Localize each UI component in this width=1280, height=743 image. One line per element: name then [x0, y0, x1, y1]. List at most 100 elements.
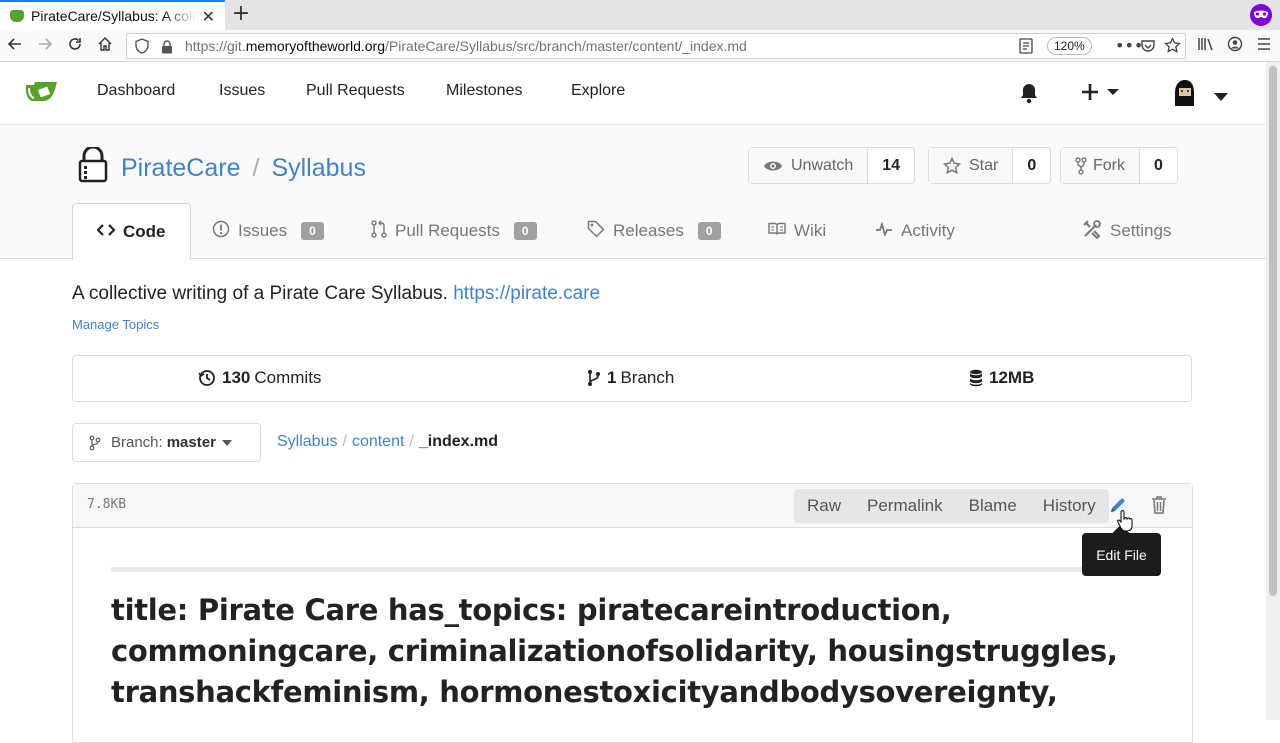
- star-label: Star: [969, 156, 999, 174]
- close-tab-icon[interactable]: ✕: [202, 7, 215, 26]
- delete-trash-icon[interactable]: [1151, 496, 1167, 518]
- home-icon[interactable]: [95, 36, 115, 56]
- private-browsing-mask-icon[interactable]: [1250, 4, 1272, 26]
- back-arrow-icon[interactable]: [5, 36, 25, 56]
- breadcrumb-root-link[interactable]: Syllabus: [277, 433, 337, 451]
- lock-icon[interactable]: [161, 39, 173, 58]
- gitea-logo-icon[interactable]: [25, 80, 59, 110]
- tab-title: PirateCare/Syllabus: A collective writin…: [31, 8, 196, 24]
- edit-file-tooltip: Edit File: [1082, 533, 1161, 576]
- forks-count[interactable]: 0: [1140, 148, 1177, 183]
- repo-owner-link[interactable]: PirateCare: [121, 154, 241, 183]
- stars-count[interactable]: 0: [1013, 148, 1050, 183]
- reload-icon[interactable]: [65, 36, 85, 56]
- zoom-level-indicator[interactable]: 120%: [1047, 37, 1092, 55]
- account-icon[interactable]: [1225, 36, 1245, 56]
- nav-milestones[interactable]: Milestones: [446, 82, 522, 100]
- file-view: 7.8KB Raw Permalink Blame History title:…: [72, 483, 1193, 743]
- file-actions: Raw Permalink Blame History: [794, 489, 1109, 523]
- breadcrumb: Syllabus / content / _index.md: [277, 433, 498, 451]
- browser-tab[interactable]: PirateCare/Syllabus: A collective writin…: [0, 0, 225, 30]
- repo-title-separator: /: [252, 154, 260, 182]
- pulls-count-badge: 0: [513, 222, 537, 240]
- bell-icon[interactable]: [1019, 82, 1039, 108]
- library-icon[interactable]: [1196, 36, 1216, 56]
- branches-stat[interactable]: 1 Branch: [587, 368, 674, 388]
- code-icon: [96, 222, 116, 242]
- user-menu-chevron-down-icon[interactable]: [1213, 87, 1229, 106]
- book-icon: [768, 221, 786, 241]
- manage-topics-link[interactable]: Manage Topics: [72, 317, 159, 332]
- reader-view-icon[interactable]: [1019, 38, 1033, 58]
- file-header: 7.8KB Raw Permalink Blame History: [73, 484, 1192, 528]
- scrollbar-thumb[interactable]: [1269, 66, 1277, 596]
- tooltip-text: Edit File: [1096, 546, 1147, 563]
- user-avatar[interactable]: [1169, 76, 1199, 110]
- commits-label: Commits: [254, 368, 322, 387]
- nav-dashboard[interactable]: Dashboard: [97, 82, 175, 100]
- repo-title: PirateCare / Syllabus: [78, 145, 366, 190]
- repo-header: PirateCare / Syllabus Unwatch 14 Star 0 …: [0, 125, 1266, 260]
- tab-issues[interactable]: Issues 0: [212, 203, 324, 259]
- commits-stat[interactable]: 130 Commits: [198, 368, 321, 388]
- pocket-icon[interactable]: [1140, 38, 1156, 58]
- watchers-count[interactable]: 14: [868, 148, 914, 183]
- breadcrumb-folder-link[interactable]: content: [352, 433, 404, 451]
- markdown-horizontal-rule: [111, 567, 1156, 572]
- fork-button-group: Fork 0: [1060, 147, 1178, 184]
- pulse-icon: [875, 221, 893, 241]
- hand-cursor-icon: [1117, 509, 1133, 535]
- tab-settings[interactable]: Settings: [1082, 203, 1171, 259]
- watch-button-group: Unwatch 14: [748, 147, 916, 184]
- issue-opened-icon: [212, 220, 230, 243]
- website-link[interactable]: https://pirate.care: [453, 283, 600, 304]
- unwatch-button[interactable]: Unwatch: [749, 148, 869, 183]
- tab-pull-requests[interactable]: Pull Requests 0: [371, 203, 537, 259]
- markdown-heading: title: Pirate Care has_topics: piratecar…: [111, 593, 1118, 709]
- issues-count-badge: 0: [301, 222, 324, 240]
- star-icon: [943, 156, 961, 175]
- url-bar[interactable]: https://git.memoryoftheworld.org/PirateC…: [126, 33, 1186, 59]
- hamburger-menu-icon[interactable]: [1254, 36, 1274, 56]
- raw-button[interactable]: Raw: [794, 489, 854, 523]
- description-text: A collective writing of a Pirate Care Sy…: [72, 283, 448, 304]
- history-button[interactable]: History: [1030, 489, 1109, 523]
- blame-button[interactable]: Blame: [956, 489, 1030, 523]
- releases-count-badge: 0: [697, 222, 721, 240]
- page-scrollbar[interactable]: [1266, 62, 1280, 720]
- file-size: 7.8KB: [87, 497, 127, 512]
- forward-arrow-icon[interactable]: [35, 36, 55, 56]
- create-new-plus-icon[interactable]: [1081, 82, 1123, 106]
- private-repo-lock-icon: [78, 145, 108, 190]
- nav-explore[interactable]: Explore: [571, 82, 625, 100]
- nav-issues[interactable]: Issues: [219, 82, 265, 100]
- repo-size: 12MB: [989, 368, 1035, 387]
- star-button[interactable]: Star: [929, 148, 1014, 183]
- tools-icon: [1082, 219, 1102, 244]
- nav-pull-requests[interactable]: Pull Requests: [306, 82, 405, 100]
- tab-code[interactable]: Code: [72, 203, 191, 260]
- breadcrumb-current-file: _index.md: [418, 433, 499, 450]
- tab-activity[interactable]: Activity: [875, 203, 955, 259]
- fork-button[interactable]: Fork: [1061, 148, 1140, 183]
- shield-icon[interactable]: [135, 38, 149, 58]
- site-header: Dashboard Issues Pull Requests Milestone…: [0, 62, 1266, 125]
- branch-selector[interactable]: Branch: master: [72, 423, 261, 462]
- eye-icon: [763, 159, 783, 173]
- tab-wiki[interactable]: Wiki: [768, 203, 826, 259]
- history-icon: [198, 369, 216, 387]
- breadcrumb-divider: /: [342, 433, 347, 450]
- branch-icon: [89, 435, 101, 451]
- branch-count: 1: [607, 368, 617, 387]
- tab-releases[interactable]: Releases 0: [587, 203, 721, 259]
- new-tab-button[interactable]: +: [229, 1, 253, 29]
- fork-label: Fork: [1093, 156, 1125, 174]
- repo-name-link[interactable]: Syllabus: [271, 154, 366, 183]
- url-text: https://git.memoryoftheworld.org/PirateC…: [185, 38, 747, 54]
- browser-nav-bar: https://git.memoryoftheworld.org/PirateC…: [0, 30, 1280, 62]
- branch-label: Branch: [620, 368, 675, 387]
- repo-stats-bar: 130 Commits 1 Branch 12MB: [72, 355, 1192, 402]
- pull-request-icon: [371, 219, 387, 243]
- bookmark-star-icon[interactable]: [1164, 36, 1181, 58]
- permalink-button[interactable]: Permalink: [854, 489, 956, 523]
